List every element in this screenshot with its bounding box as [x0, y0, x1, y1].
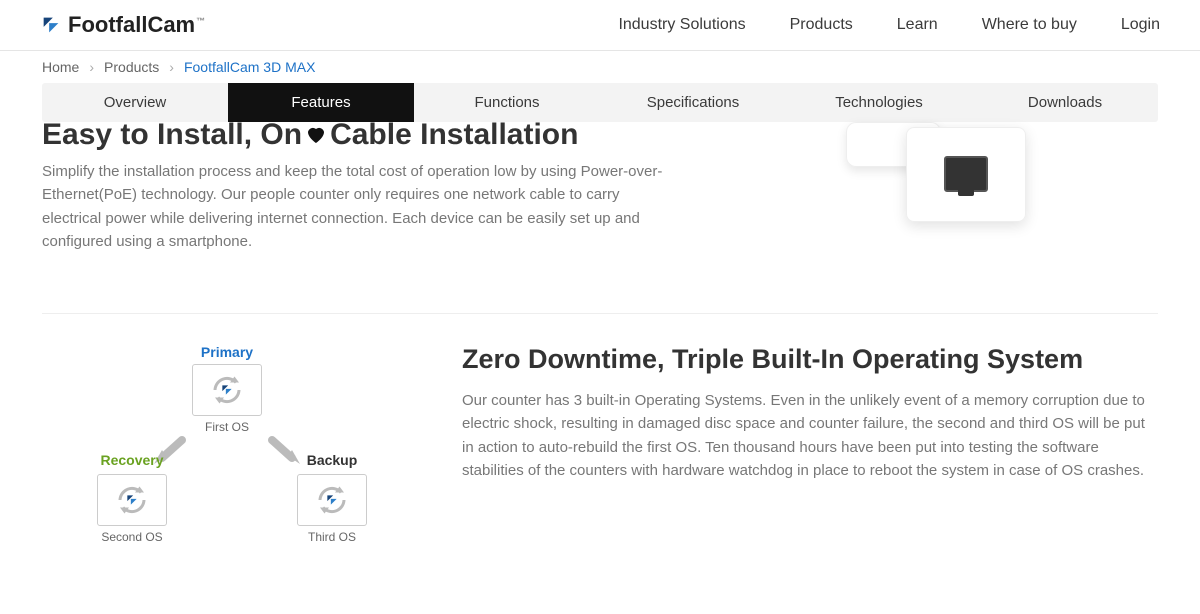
breadcrumb-sep-icon: ›: [169, 59, 174, 75]
os-diagram: Primary First OS Recovery Second OS Back…: [42, 344, 412, 574]
diagram-primary-box: [192, 364, 262, 416]
feature-body: Our counter has 3 built-in Operating Sys…: [462, 389, 1158, 482]
logo[interactable]: FootfallCam™: [40, 12, 205, 38]
breadcrumb-home[interactable]: Home: [42, 59, 79, 75]
diagram-primary-sub: First OS: [177, 420, 277, 434]
nav-learn[interactable]: Learn: [897, 16, 938, 34]
breadcrumb: Home › Products › FootfallCam 3D MAX: [0, 51, 1200, 83]
diagram-backup-label: Backup: [282, 452, 382, 468]
diagram-primary-label: Primary: [177, 344, 277, 360]
nav-products[interactable]: Products: [790, 16, 853, 34]
breadcrumb-sep-icon: ›: [89, 59, 94, 75]
feature-zero-downtime: Primary First OS Recovery Second OS Back…: [42, 313, 1158, 614]
tab-technologies[interactable]: Technologies: [786, 83, 972, 122]
sync-icon: [314, 482, 350, 518]
breadcrumb-products[interactable]: Products: [104, 59, 159, 75]
feature-heading: Easy to Install, On Cable Installation: [42, 118, 734, 152]
diagram-backup-box: [297, 474, 367, 526]
tab-functions[interactable]: Functions: [414, 83, 600, 122]
diagram-backup-sub: Third OS: [282, 530, 382, 544]
ethernet-image: [734, 122, 1158, 252]
feature-easy-install: Easy to Install, On Cable Installation S…: [42, 122, 1158, 253]
nav-where-to-buy[interactable]: Where to buy: [982, 16, 1077, 34]
breadcrumb-current[interactable]: FootfallCam 3D MAX: [184, 59, 315, 75]
sync-icon: [209, 372, 245, 408]
top-bar: FootfallCam™ Industry Solutions Products…: [0, 0, 1200, 51]
sync-icon: [114, 482, 150, 518]
diagram-recovery-box: [97, 474, 167, 526]
main-nav: Industry Solutions Products Learn Where …: [618, 16, 1160, 34]
sub-nav: Overview Features Functions Specificatio…: [42, 83, 1158, 122]
nav-industry-solutions[interactable]: Industry Solutions: [618, 16, 745, 34]
feature-body: Simplify the installation process and ke…: [42, 160, 682, 253]
tab-specifications[interactable]: Specifications: [600, 83, 786, 122]
tab-features[interactable]: Features: [228, 83, 414, 122]
diagram-recovery-label: Recovery: [82, 452, 182, 468]
tab-downloads[interactable]: Downloads: [972, 83, 1158, 122]
logo-text: FootfallCam™: [68, 12, 205, 38]
diagram-recovery-sub: Second OS: [82, 530, 182, 544]
feature-heading: Zero Downtime, Triple Built-In Operating…: [462, 344, 1158, 375]
logo-mark-icon: [40, 14, 62, 36]
nav-login[interactable]: Login: [1121, 16, 1160, 34]
tab-overview[interactable]: Overview: [42, 83, 228, 122]
heart-icon: [304, 120, 328, 154]
